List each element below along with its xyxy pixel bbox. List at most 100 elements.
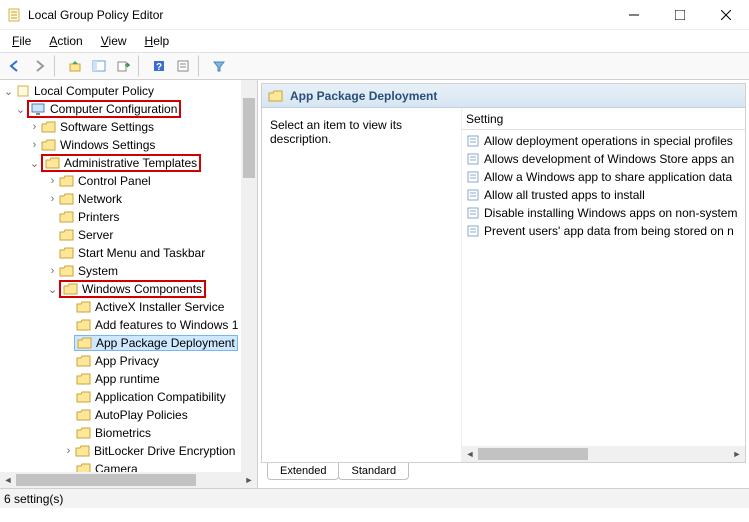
tree-item[interactable]: AutoPlay Policies — [0, 406, 257, 424]
tree-item[interactable]: Biometrics — [0, 424, 257, 442]
tree-label: AutoPlay Policies — [95, 408, 188, 422]
folder-icon — [59, 210, 75, 224]
show-hide-tree-button[interactable] — [88, 55, 110, 77]
tab-label: Standard — [351, 465, 396, 477]
list-item[interactable]: Allows development of Windows Store apps… — [462, 150, 745, 168]
title-bar: Local Group Policy Editor — [0, 0, 749, 30]
tree-horizontal-scrollbar[interactable]: ◄ ► — [0, 472, 257, 488]
tree-item[interactable]: Camera — [0, 460, 257, 472]
list-item[interactable]: Allow deployment operations in special p… — [462, 132, 745, 150]
tree-label: App Package Deployment — [96, 336, 235, 350]
status-text: 6 setting(s) — [4, 492, 63, 506]
tree-system[interactable]: ›System — [0, 262, 257, 280]
tree-server[interactable]: Server — [0, 226, 257, 244]
tab-standard[interactable]: Standard — [338, 463, 409, 480]
folder-icon — [76, 318, 92, 332]
expand-toggle[interactable]: ⌄ — [28, 157, 41, 170]
filter-button[interactable] — [208, 55, 230, 77]
scroll-right-icon[interactable]: ► — [729, 446, 745, 462]
settings-list: Setting Allow deployment operations in s… — [462, 108, 745, 462]
content-title: App Package Deployment — [290, 89, 437, 103]
tree-item[interactable]: ›BitLocker Drive Encryption — [0, 442, 257, 460]
tree-item[interactable]: App Privacy — [0, 352, 257, 370]
tree-item[interactable]: ActiveX Installer Service — [0, 298, 257, 316]
expand-toggle[interactable]: › — [62, 445, 75, 457]
help-button[interactable]: ? — [148, 55, 170, 77]
expand-toggle[interactable]: › — [28, 139, 41, 151]
export-list-button[interactable] — [112, 55, 134, 77]
menu-help[interactable]: Help — [137, 32, 178, 50]
folder-icon — [76, 390, 92, 404]
column-header-setting[interactable]: Setting — [462, 108, 745, 130]
expand-toggle[interactable]: › — [46, 193, 59, 205]
menu-action[interactable]: Action — [41, 32, 90, 50]
expand-toggle[interactable]: ⌄ — [46, 283, 59, 296]
menu-file[interactable]: File — [4, 32, 39, 50]
policy-icon — [466, 134, 480, 148]
folder-icon — [75, 444, 91, 458]
list-item[interactable]: Prevent users' app data from being store… — [462, 222, 745, 240]
computer-icon — [31, 102, 47, 116]
tree-label: Windows Settings — [60, 138, 155, 152]
tree-root[interactable]: ⌄ Local Computer Policy — [0, 82, 257, 100]
list-item[interactable]: Allow a Windows app to share application… — [462, 168, 745, 186]
tree-vertical-scrollbar[interactable] — [241, 80, 257, 472]
list-item-label: Prevent users' app data from being store… — [484, 224, 734, 238]
folder-icon — [76, 462, 92, 472]
expand-toggle[interactable]: › — [28, 121, 41, 133]
tree-windows-settings[interactable]: › Windows Settings — [0, 136, 257, 154]
tree-label: Printers — [78, 210, 119, 224]
tree-item[interactable]: Add features to Windows 1 — [0, 316, 257, 334]
tree-label: Computer Configuration — [50, 102, 177, 116]
list-item[interactable]: Disable installing Windows apps on non-s… — [462, 204, 745, 222]
folder-icon — [76, 354, 92, 368]
scroll-right-icon[interactable]: ► — [241, 472, 257, 488]
tree-item[interactable]: Application Compatibility — [0, 388, 257, 406]
main-area: ⌄ Local Computer Policy ⌄ Computer Confi… — [0, 80, 749, 488]
scroll-left-icon[interactable]: ◄ — [0, 472, 16, 488]
expand-toggle[interactable]: ⌄ — [14, 103, 27, 116]
tree-control-panel[interactable]: ›Control Panel — [0, 172, 257, 190]
scroll-thumb[interactable] — [478, 448, 588, 460]
scroll-left-icon[interactable]: ◄ — [462, 446, 478, 462]
status-bar: 6 setting(s) — [0, 488, 749, 508]
back-button[interactable] — [4, 55, 26, 77]
folder-icon — [268, 89, 284, 103]
tree-app-package-deployment[interactable]: App Package Deployment — [0, 334, 257, 352]
tree-computer-config[interactable]: ⌄ Computer Configuration — [0, 100, 257, 118]
list-item-label: Allow a Windows app to share application… — [484, 170, 732, 184]
forward-button[interactable] — [28, 55, 50, 77]
folder-icon — [76, 300, 92, 314]
folder-icon — [76, 426, 92, 440]
close-button[interactable] — [703, 0, 749, 30]
tree-label: Application Compatibility — [95, 390, 226, 404]
policy-icon — [466, 188, 480, 202]
tree-label: Add features to Windows 1 — [95, 318, 238, 332]
tree-start-taskbar[interactable]: Start Menu and Taskbar — [0, 244, 257, 262]
maximize-button[interactable] — [657, 0, 703, 30]
tree-pane: ⌄ Local Computer Policy ⌄ Computer Confi… — [0, 80, 258, 488]
up-button[interactable] — [64, 55, 86, 77]
tree-network[interactable]: ›Network — [0, 190, 257, 208]
expand-toggle[interactable]: ⌄ — [2, 85, 15, 98]
tree-item[interactable]: App runtime — [0, 370, 257, 388]
minimize-button[interactable] — [611, 0, 657, 30]
toolbar-separator — [138, 55, 144, 77]
properties-button[interactable] — [172, 55, 194, 77]
tree-software-settings[interactable]: › Software Settings — [0, 118, 257, 136]
menu-bar: File Action View Help — [0, 30, 749, 52]
tree-windows-components[interactable]: ⌄ Windows Components — [0, 280, 257, 298]
tree-printers[interactable]: Printers — [0, 208, 257, 226]
folder-icon — [59, 264, 75, 278]
expand-toggle[interactable]: › — [46, 265, 59, 277]
list-horizontal-scrollbar[interactable]: ◄ ► — [462, 446, 745, 462]
toolbar-separator — [54, 55, 60, 77]
tree-view[interactable]: ⌄ Local Computer Policy ⌄ Computer Confi… — [0, 80, 257, 472]
tab-extended[interactable]: Extended — [267, 463, 339, 480]
tree-admin-templates[interactable]: ⌄ Administrative Templates — [0, 154, 257, 172]
list-item[interactable]: Allow all trusted apps to install — [462, 186, 745, 204]
menu-view[interactable]: View — [93, 32, 135, 50]
folder-icon — [41, 120, 57, 134]
policy-icon — [15, 84, 31, 98]
expand-toggle[interactable]: › — [46, 175, 59, 187]
